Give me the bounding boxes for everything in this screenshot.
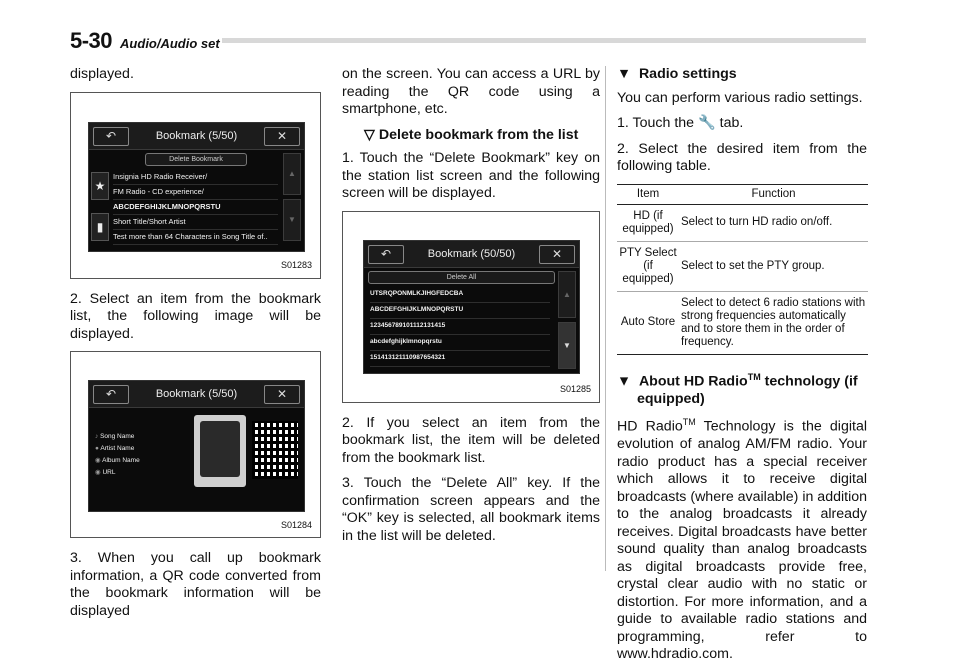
album-name-field: ◉ Album Name: [95, 457, 140, 464]
screen: ↶ Bookmark (50/50) ✕ Delete All UTSRQPON…: [363, 239, 580, 374]
paragraph: 1. Touch the “Delete Bookmark” key on th…: [342, 150, 600, 201]
list-item[interactable]: FM Radio - CD experience/: [113, 184, 278, 200]
artist-name-field: ● Artist Name: [95, 445, 135, 452]
list-item[interactable]: ABCDEFGHIJKLMNOPQRSTU: [370, 302, 550, 319]
table-header: Function: [679, 183, 868, 205]
figure-caption: S01284: [280, 519, 312, 530]
figure-delete-bookmark: ↶ Bookmark (50/50) ✕ Delete All UTSRQPON…: [342, 210, 600, 403]
screen: ↶ Bookmark (5/50) ✕ Delete Bookmark ★ ▮ …: [88, 121, 305, 252]
step-2: 2. Select the desired item from the foll…: [617, 140, 867, 175]
song-name-field: ♪ Song Name: [95, 433, 135, 440]
figure-caption: S01283: [280, 260, 312, 270]
close-icon[interactable]: ✕: [264, 385, 300, 404]
list-item[interactable]: abcdefghijklmnopqrstu: [370, 334, 550, 351]
scroll-down-button[interactable]: ▼: [558, 321, 576, 369]
bookmark-fields: ♪ Song Name ● Artist Name ◉ Album Name ◉…: [95, 431, 140, 479]
delete-bookmark-button[interactable]: Delete Bookmark: [145, 152, 247, 166]
screen: ↶ Bookmark (5/50) ✕ ♪ Song Name ● Artist…: [88, 380, 305, 512]
disc-icon: ◉: [95, 457, 101, 464]
list-item[interactable]: ABCDEFGHIJKLMNOPQRSTU: [113, 199, 278, 215]
table-row: Auto Store Select to detect 6 radio stati…: [617, 291, 868, 355]
figure-bookmark-list: ↶ Bookmark (5/50) ✕ Delete Bookmark ★ ▮ …: [70, 91, 321, 279]
table-header: Item: [617, 183, 679, 205]
table-row: PTY Select (if equipped) Select to set th…: [617, 241, 868, 292]
person-icon: ●: [95, 445, 99, 452]
close-icon[interactable]: ✕: [539, 244, 575, 264]
list-item[interactable]: Insignia HD Radio Receiver/: [113, 169, 278, 185]
scroll-up-button[interactable]: ▲: [283, 152, 301, 195]
paragraph: 2. If you select an item from the bookma…: [342, 414, 600, 466]
column-2: on the screen. You can access a URL by r…: [342, 66, 600, 553]
column-1: displayed. ↶ Bookmark (5/50) ✕ Delete Bo…: [70, 66, 321, 628]
page-number: 5-30: [70, 28, 113, 53]
qr-code: [252, 421, 298, 479]
paragraph: HD RadioTM Technology is the digital evo…: [617, 417, 867, 663]
column-3: ▼ Radio settings You can perform various…: [617, 66, 868, 672]
header-rule: [222, 38, 866, 43]
list-item[interactable]: Short Title/Short Artist: [113, 214, 278, 230]
scroll-down-button[interactable]: ▼: [283, 198, 301, 241]
settings-table: Item Function HD (if equipped) Select to t…: [617, 183, 868, 355]
list-item[interactable]: UTSRQPONMLKJIHGFEDCBA: [370, 286, 550, 303]
table-row: HD (if equipped) Select to turn HD radio …: [617, 204, 868, 242]
bookmark-icon[interactable]: ▮: [91, 212, 109, 241]
figure-bookmark-detail: ↶ Bookmark (5/50) ✕ ♪ Song Name ● Artist…: [70, 351, 321, 538]
music-note-icon: ♪: [95, 433, 99, 440]
scroll-up-button[interactable]: ▲: [558, 270, 576, 318]
section-heading: ▼ About HD RadioTM technology (if equipp…: [617, 371, 858, 407]
list-item[interactable]: 151413121110987654321: [370, 350, 550, 367]
paragraph: 2. Select an item from the bookmark list…: [70, 290, 321, 342]
triangle-icon: ▼: [617, 66, 632, 82]
column-divider: [605, 66, 606, 571]
delete-all-button[interactable]: Delete All: [368, 270, 555, 284]
star-icon[interactable]: ★: [91, 171, 109, 200]
list-item[interactable]: 123456789101112131415: [370, 318, 550, 335]
paragraph: 3. Touch the “Delete All” key. If the co…: [342, 475, 600, 544]
paragraph: 3. When you call up bookmark information…: [70, 550, 321, 619]
step-1: 1. Touch the 🔧 tab.: [617, 115, 744, 131]
wrench-icon: 🔧: [698, 115, 716, 131]
globe-icon: ◉: [95, 469, 101, 476]
paragraph: displayed.: [70, 66, 134, 82]
album-art: [194, 415, 246, 487]
section-heading: ▼ Radio settings: [617, 66, 737, 82]
url-field: ◉ URL: [95, 469, 116, 476]
paragraph: You can perform various radio settings.: [617, 89, 863, 106]
page-header: 5-30 Audio/Audio set: [70, 28, 220, 54]
close-icon[interactable]: ✕: [264, 126, 300, 146]
paragraph: on the screen. You can access a URL by r…: [342, 66, 600, 117]
triangle-icon: ▼: [617, 373, 632, 390]
figure-caption: S01285: [559, 384, 591, 394]
section-title: Audio/Audio set: [120, 36, 220, 51]
subheading: ▽ Delete bookmark from the list: [364, 126, 579, 143]
list-item[interactable]: Test more than 64 Characters in Song Tit…: [113, 229, 278, 245]
triangle-icon: ▽: [364, 126, 375, 143]
